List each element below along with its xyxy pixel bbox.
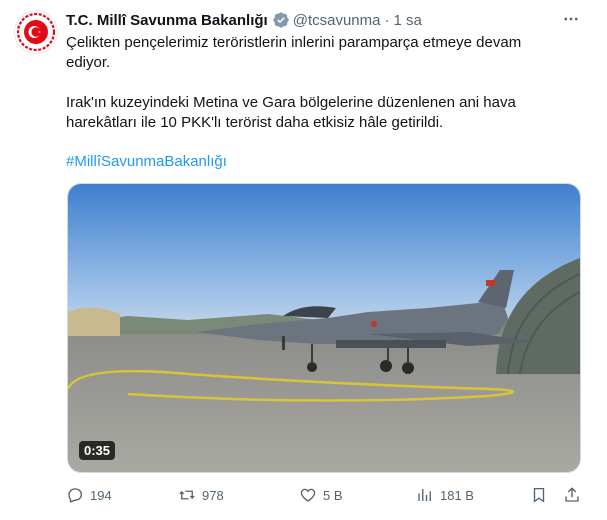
author-handle[interactable]: @tcsavunma (293, 12, 381, 29)
video-duration: 0:35 (79, 441, 116, 460)
hashtag-link[interactable]: #MillîSavunmaBakanlığı (66, 152, 566, 172)
ministry-logo-icon (16, 12, 56, 52)
avatar[interactable] (14, 10, 58, 54)
retweet-icon (179, 490, 195, 500)
tweet[interactable]: T.C. Millî Savunma Bakanlığı @tcsavunma … (0, 0, 607, 520)
tweet-text: Çelikten pençelerimiz teröristlerin inle… (66, 33, 566, 172)
video-thumbnail (68, 184, 580, 472)
share-icon (565, 487, 579, 502)
more-icon[interactable] (560, 9, 582, 29)
bookmark-button[interactable] (530, 484, 554, 506)
reply-count: 194 (90, 487, 112, 503)
views-count: 181 B (440, 487, 474, 503)
action-bar: 194 978 5 B 181 B (66, 484, 582, 506)
timestamp[interactable]: 1 sa (393, 12, 421, 29)
retweet-count: 978 (202, 487, 224, 503)
views-button[interactable]: 181 B (416, 484, 474, 506)
reply-icon (68, 488, 83, 503)
verified-badge-icon (272, 11, 290, 29)
reply-button[interactable]: 194 (66, 484, 112, 506)
like-count: 5 B (323, 487, 343, 503)
author-name[interactable]: T.C. Millî Savunma Bakanlığı (66, 12, 268, 29)
tweet-header: T.C. Millî Savunma Bakanlığı @tcsavunma … (66, 10, 422, 30)
video-player[interactable]: 0:35 (67, 183, 581, 473)
tweet-text-paragraph-1: Çelikten pençelerimiz teröristlerin inle… (66, 34, 522, 71)
tweet-text-paragraph-2: Irak'ın kuzeyindeki Metina ve Gara bölge… (66, 94, 516, 131)
separator: · (384, 11, 390, 29)
views-icon (418, 489, 431, 501)
share-button[interactable] (563, 484, 587, 506)
retweet-button[interactable]: 978 (178, 484, 224, 506)
heart-icon (300, 488, 316, 502)
like-button[interactable]: 5 B (299, 484, 343, 506)
bookmark-icon (533, 487, 545, 503)
